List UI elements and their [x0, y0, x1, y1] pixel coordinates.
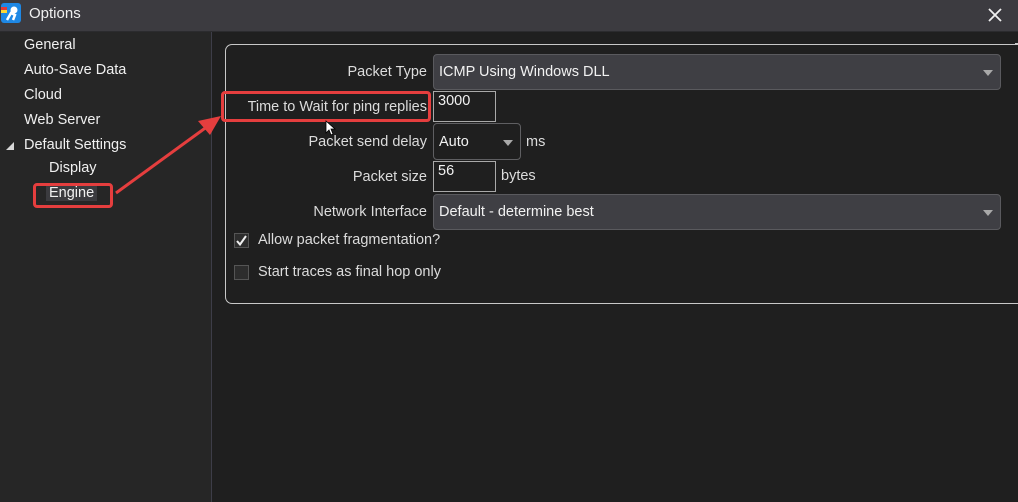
window-title: Options — [29, 5, 81, 22]
wait-time-input[interactable]: 3000 — [433, 91, 496, 122]
network-interface-dropdown[interactable]: Default - determine best — [433, 194, 1001, 230]
allow-fragmentation-checkbox[interactable] — [234, 233, 249, 248]
packet-size-label: Packet size — [352, 169, 427, 185]
tree-item-label: Default Settings — [24, 137, 127, 153]
wait-time-label: Time to Wait for ping replies — [247, 99, 427, 115]
close-button[interactable] — [982, 2, 1008, 28]
mouse-cursor-icon — [325, 120, 337, 136]
close-icon — [988, 8, 1002, 22]
packet-type-value: ICMP Using Windows DLL — [439, 64, 610, 80]
tree-item-label: Auto-Save Data — [24, 62, 127, 78]
dropdown-arrow-icon — [503, 139, 513, 146]
tree-item-web-server[interactable]: Web Server — [24, 110, 100, 130]
network-interface-value: Default - determine best — [439, 204, 594, 220]
dropdown-arrow-icon — [983, 210, 993, 216]
packet-size-unit: bytes — [501, 168, 536, 184]
send-delay-dropdown[interactable]: Auto — [433, 123, 521, 160]
network-interface-label: Network Interface — [313, 204, 427, 220]
send-delay-unit: ms — [526, 134, 546, 150]
final-hop-only-label[interactable]: Start traces as final hop only — [258, 264, 441, 280]
checkmark-icon — [236, 235, 247, 247]
final-hop-only-checkbox[interactable] — [234, 265, 249, 280]
tree-item-default-settings[interactable]: Default Settings — [24, 135, 126, 155]
options-tree: General Auto-Save Data Cloud Web Server … — [0, 32, 212, 502]
tree-item-label: Web Server — [24, 112, 101, 128]
tree-item-label: Engine — [46, 185, 98, 201]
tree-item-general[interactable]: General — [24, 35, 76, 55]
expanded-triangle-icon[interactable] — [5, 141, 15, 151]
tree-item-display[interactable]: Display — [49, 158, 97, 178]
allow-fragmentation-label[interactable]: Allow packet fragmentation? — [258, 232, 440, 248]
send-delay-value: Auto — [439, 133, 469, 150]
packet-type-label: Packet Type — [347, 64, 427, 80]
tree-item-auto-save-data[interactable]: Auto-Save Data — [24, 60, 126, 80]
tree-item-label: Display — [49, 160, 97, 176]
app-logo-icon — [1, 3, 21, 23]
tree-item-label: Cloud — [24, 87, 62, 103]
engine-settings-panel: Packet Type ICMP Using Windows DLL Time … — [212, 32, 1018, 502]
title-bar: Options — [0, 0, 1018, 32]
packet-size-input[interactable]: 56 — [433, 161, 496, 192]
wait-time-value: 3000 — [438, 93, 471, 109]
packet-type-dropdown[interactable]: ICMP Using Windows DLL — [433, 54, 1001, 90]
tree-item-engine[interactable]: Engine — [46, 183, 98, 203]
dropdown-arrow-icon — [983, 70, 993, 76]
tree-item-cloud[interactable]: Cloud — [24, 85, 62, 105]
tree-item-label: General — [24, 37, 76, 53]
send-delay-label: Packet send delay — [308, 134, 428, 150]
packet-size-value: 56 — [438, 163, 455, 179]
